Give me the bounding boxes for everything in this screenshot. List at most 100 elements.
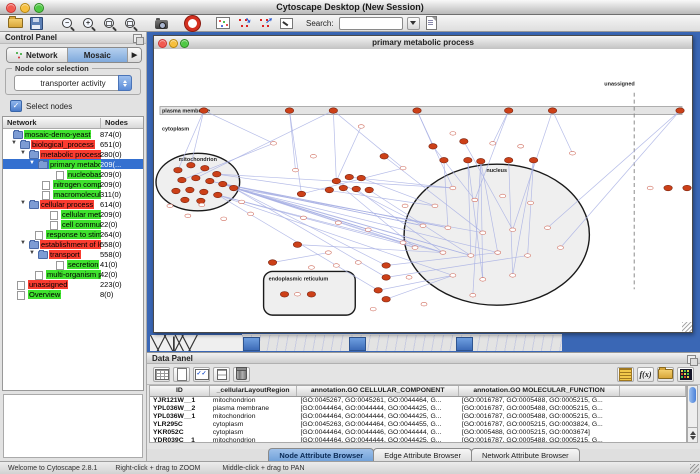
table-row[interactable]: YJR121W__1mitochondrion[GO:0045267, GO:0…	[150, 397, 686, 405]
gene-node[interactable]	[480, 278, 486, 282]
gene-node[interactable]	[400, 241, 406, 245]
network-edge[interactable]	[336, 181, 423, 226]
network-edge[interactable]	[289, 111, 295, 171]
tree-row[interactable]: multi-organism pro42(0)	[3, 269, 143, 279]
gene-node[interactable]	[406, 276, 412, 280]
node-color-dropdown[interactable]: transporter activity	[14, 75, 132, 91]
network-edge[interactable]	[493, 111, 509, 144]
gene-node[interactable]	[382, 263, 390, 269]
table-scrollbar[interactable]	[687, 385, 698, 443]
expand-arrow-icon[interactable]: ▼	[20, 150, 26, 156]
search-dropdown-button[interactable]	[407, 17, 420, 30]
gene-node[interactable]	[548, 108, 556, 114]
help-button[interactable]	[183, 16, 201, 31]
network-edge[interactable]	[289, 111, 301, 194]
gene-node[interactable]	[174, 167, 182, 173]
gene-node[interactable]	[280, 291, 288, 297]
gene-node[interactable]	[187, 162, 195, 168]
tree-row[interactable]: Overview8(0)	[3, 289, 143, 299]
table-row[interactable]: YKR052Ccytoplasm[GO:0044464, GO:0044446,…	[150, 429, 686, 437]
table-row[interactable]: YPL036W__2plasma membrane[GO:0044464, GO…	[150, 405, 686, 413]
gene-node[interactable]	[268, 260, 276, 266]
gene-node[interactable]	[402, 204, 408, 208]
background-scrollbar-thumb[interactable]	[456, 337, 473, 351]
table-column-header[interactable]: ID	[150, 386, 210, 396]
gene-node[interactable]	[345, 174, 353, 180]
gene-node[interactable]	[460, 139, 468, 145]
network-edge[interactable]	[343, 188, 415, 248]
attribute-editor-button[interactable]	[617, 367, 634, 382]
scroll-up-icon[interactable]	[690, 431, 696, 435]
tab-network-attribute-browser[interactable]: Network Attribute Browser	[471, 448, 580, 462]
float-panel-icon[interactable]	[687, 355, 696, 364]
new-network-selected-edges-button[interactable]	[256, 16, 274, 31]
expand-arrow-icon[interactable]: ▼	[29, 160, 35, 166]
zoom-out-button[interactable]: −	[58, 16, 76, 31]
gene-node[interactable]	[325, 187, 333, 193]
tree-row[interactable]: ▼establishment of lo558(0)	[3, 239, 143, 249]
tree-row[interactable]: ▼cellular process614(0)	[3, 199, 143, 209]
gene-node[interactable]	[181, 197, 189, 203]
window-resize-grip[interactable]	[682, 322, 692, 332]
tab-mosaic[interactable]: Mosaic	[68, 48, 129, 62]
gene-node[interactable]	[432, 204, 438, 208]
gene-node[interactable]	[480, 231, 486, 235]
tree-column-nodes[interactable]: Nodes	[100, 118, 128, 128]
gene-node[interactable]	[500, 194, 506, 198]
gene-node[interactable]	[300, 216, 306, 220]
network-edge[interactable]	[417, 111, 433, 147]
gene-node[interactable]	[339, 185, 347, 191]
gene-node[interactable]	[676, 108, 684, 114]
network-edge[interactable]	[548, 111, 681, 228]
gene-node[interactable]	[683, 185, 691, 191]
gene-node[interactable]	[468, 254, 474, 258]
snapshot-button[interactable]	[152, 16, 170, 31]
heatmap-button[interactable]	[677, 367, 694, 382]
gene-node[interactable]	[221, 217, 227, 221]
unselect-all-attributes-button[interactable]	[213, 367, 230, 382]
gene-node[interactable]	[308, 266, 314, 270]
tree-column-network[interactable]: Network	[7, 118, 37, 127]
gene-node[interactable]	[239, 200, 245, 204]
gene-node[interactable]	[440, 251, 446, 255]
gene-node[interactable]	[374, 288, 382, 294]
gene-node[interactable]	[421, 302, 427, 306]
gene-node[interactable]	[664, 185, 672, 191]
gene-node[interactable]	[294, 292, 300, 296]
background-scrollbar-thumb[interactable]	[243, 337, 260, 351]
gene-node[interactable]	[450, 186, 456, 190]
gene-node[interactable]	[647, 186, 653, 190]
gene-node[interactable]	[464, 157, 472, 163]
gene-node[interactable]	[525, 254, 531, 258]
gene-node[interactable]	[329, 108, 337, 114]
gene-node[interactable]	[292, 168, 298, 172]
tree-row[interactable]: response to stimulu264(0)	[3, 229, 143, 239]
tree-row[interactable]: cell communicat22(0)	[3, 219, 143, 229]
gene-node[interactable]	[214, 192, 222, 198]
gene-node[interactable]	[510, 228, 516, 232]
gene-node[interactable]	[382, 275, 390, 281]
network-canvas[interactable]: plasma membranecytoplasmmitochondrionnuc…	[154, 49, 692, 332]
expand-arrow-icon[interactable]: ▼	[29, 250, 35, 256]
network-edge[interactable]	[204, 111, 274, 144]
gene-node[interactable]	[412, 246, 418, 250]
gene-node[interactable]	[355, 261, 361, 265]
network-edge[interactable]	[333, 111, 403, 169]
gene-node[interactable]	[380, 153, 388, 159]
gene-node[interactable]	[529, 157, 537, 163]
network-edge[interactable]	[553, 111, 573, 154]
background-scrollbar-thumb[interactable]	[349, 337, 366, 351]
graphics-details-button[interactable]	[214, 16, 232, 31]
gene-node[interactable]	[201, 165, 209, 171]
network-edge[interactable]	[273, 253, 329, 263]
gene-node[interactable]	[310, 154, 316, 158]
gene-node[interactable]	[185, 214, 191, 218]
gene-node[interactable]	[429, 144, 437, 150]
gene-node[interactable]	[186, 187, 194, 193]
network-window-titlebar[interactable]: primary metabolic process	[154, 36, 692, 50]
gene-node[interactable]	[477, 158, 485, 164]
table-column-header[interactable]: _cellularLayoutRegion	[210, 386, 298, 396]
formula-builder-button[interactable]: f(x)	[637, 367, 654, 382]
gene-node[interactable]	[528, 201, 534, 205]
gene-node[interactable]	[335, 221, 341, 225]
